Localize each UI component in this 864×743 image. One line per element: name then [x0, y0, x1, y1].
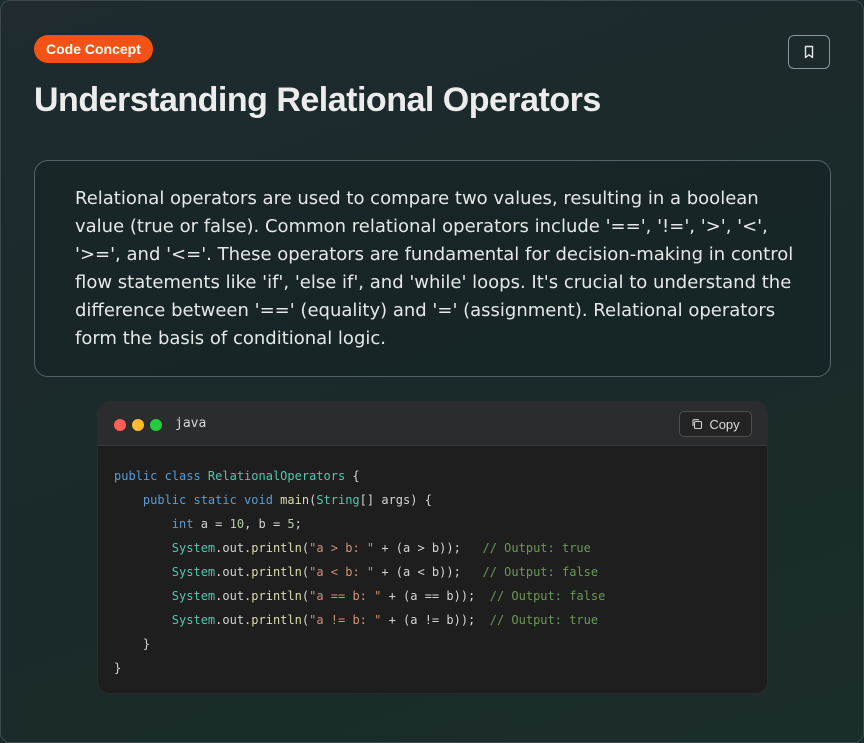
code-token: a = [193, 517, 230, 531]
code-line: public static void main(String[] args) { [114, 493, 432, 507]
code-window: java Copy public class RelationalOperato… [97, 401, 768, 694]
code-token: [] args) { [359, 493, 432, 507]
code-token: "a > b: " [309, 541, 375, 555]
code-token: // Output: false [489, 589, 606, 603]
code-content: public class RelationalOperators { publi… [114, 464, 605, 680]
window-maximize-dot [150, 419, 162, 431]
code-token: ( [301, 589, 310, 603]
concept-badge: Code Concept [34, 35, 153, 63]
code-token: System [171, 565, 216, 579]
code-line: System.out.println("a == b: " + (a == b)… [114, 589, 606, 603]
code-token: String [316, 493, 360, 507]
copy-button-label: Copy [709, 416, 740, 432]
code-token: 5 [287, 517, 295, 531]
code-token: .out. [215, 589, 252, 603]
code-token: "a < b: " [309, 565, 375, 579]
code-token: + (a > b)); [374, 541, 483, 555]
code-token: println [251, 565, 302, 579]
description-text: Relational operators are used to compare… [75, 188, 794, 349]
code-token: public static void [114, 493, 281, 507]
code-line: System.out.println("a != b: " + (a != b)… [114, 613, 598, 627]
code-token: println [251, 589, 302, 603]
code-token: System [171, 541, 216, 555]
code-token: // Output: false [482, 565, 599, 579]
code-line: } [114, 637, 150, 651]
code-token: System [171, 613, 216, 627]
code-token: .out. [215, 565, 252, 579]
page-title: Understanding Relational Operators [34, 81, 601, 119]
bookmark-icon [804, 45, 814, 59]
code-token: RelationalOperators [207, 469, 346, 483]
code-token: // Output: true [489, 613, 599, 627]
code-line: } [114, 661, 121, 675]
code-token: + (a != b)); [381, 613, 490, 627]
code-line: System.out.println("a > b: " + (a > b));… [114, 541, 591, 555]
code-token: ; [294, 517, 302, 531]
description-box: Relational operators are used to compare… [34, 160, 831, 377]
code-token: } [114, 637, 151, 651]
code-line: System.out.println("a < b: " + (a < b));… [114, 565, 598, 579]
code-token: public class [114, 469, 208, 483]
code-token: + (a == b)); [381, 589, 490, 603]
code-line: int a = 10, b = 5; [114, 517, 302, 531]
code-token: .out. [215, 613, 252, 627]
code-token: println [251, 613, 302, 627]
code-token: ( [301, 613, 310, 627]
code-token: , b = [244, 517, 288, 531]
code-token: { [345, 469, 360, 483]
code-token: + (a < b)); [374, 565, 483, 579]
code-token: "a == b: " [309, 589, 382, 603]
window-minimize-dot [132, 419, 144, 431]
code-token: main [280, 493, 310, 507]
code-token: .out. [215, 541, 252, 555]
code-token: 10 [229, 517, 245, 531]
window-close-dot [114, 419, 126, 431]
concept-card: Code Concept Understanding Relational Op… [0, 0, 864, 743]
code-header: java Copy [98, 402, 767, 446]
copy-button[interactable]: Copy [679, 411, 752, 437]
code-token: // Output: true [482, 541, 591, 555]
code-token: ( [301, 541, 310, 555]
code-token: } [114, 661, 122, 675]
code-language-label: java [175, 416, 207, 431]
code-line: public class RelationalOperators { [114, 469, 360, 483]
bookmark-button[interactable] [788, 35, 830, 69]
code-token: int [171, 517, 194, 531]
code-token: ( [301, 565, 310, 579]
copy-icon [692, 419, 703, 430]
code-token: println [251, 541, 302, 555]
code-token: "a != b: " [309, 613, 382, 627]
code-token: System [171, 589, 216, 603]
